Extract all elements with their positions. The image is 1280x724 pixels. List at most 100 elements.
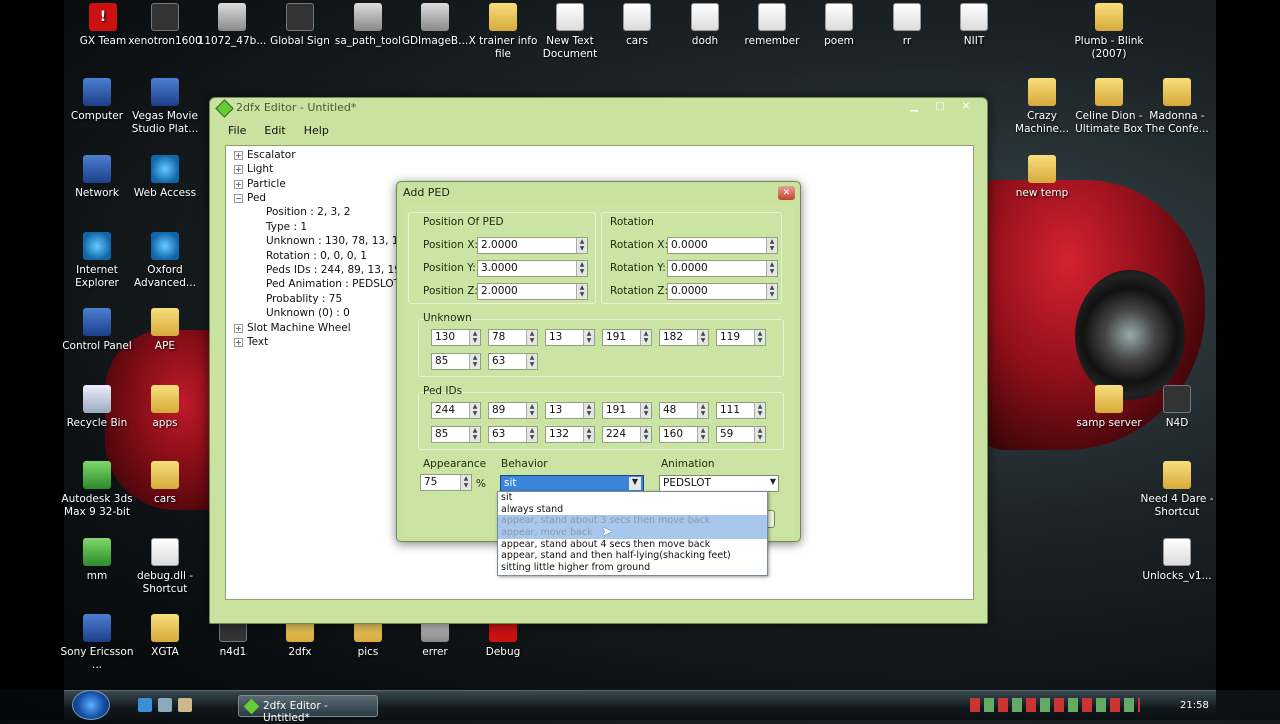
folder-quicklaunch-icon[interactable] <box>178 698 192 712</box>
desktop-icon[interactable]: cars <box>127 461 203 506</box>
spinner-icon[interactable]: ▲ ▼ <box>526 427 537 442</box>
rotation-input[interactable]: 0.0000 ▲ ▼ <box>667 283 778 300</box>
behavior-dropdown-list[interactable]: sit always stand appear, stand about 3 s… <box>497 491 768 576</box>
appearance-input[interactable]: 75 ▲ ▼ <box>420 474 472 491</box>
pedid-input[interactable]: 89 ▲ ▼ <box>488 402 538 419</box>
unknown-input[interactable]: 85 ▲ ▼ <box>431 353 481 370</box>
tree-node-ped[interactable]: − Ped <box>234 192 266 204</box>
spinner-icon[interactable]: ▲ ▼ <box>526 330 537 345</box>
spinner-icon[interactable]: ▲ ▼ <box>754 427 765 442</box>
minimize-icon[interactable]: ▁ <box>901 99 927 115</box>
position-input[interactable]: 2.0000 ▲ ▼ <box>477 237 588 254</box>
desktop-icon[interactable]: New Text Document <box>532 3 608 61</box>
spinner-icon[interactable]: ▲ ▼ <box>697 403 708 418</box>
desktop-icon[interactable]: GDImageB... <box>397 3 473 48</box>
desktop-icon[interactable]: APE <box>127 308 203 353</box>
spinner-icon[interactable]: ▲ ▼ <box>640 427 651 442</box>
spinner-icon[interactable]: ▲ ▼ <box>583 427 594 442</box>
spinner-icon[interactable]: ▲ ▼ <box>754 330 765 345</box>
unknown-input[interactable]: 63 ▲ ▼ <box>488 353 538 370</box>
close-icon[interactable]: ✕ <box>953 99 979 115</box>
desktop-icon[interactable]: Vegas Movie Studio Plat... <box>127 78 203 136</box>
spinner-icon[interactable]: ▲ ▼ <box>576 284 587 299</box>
desktop-icon[interactable]: poem <box>801 3 877 48</box>
tree-leaf[interactable]: Type : 1 <box>266 221 307 233</box>
start-button[interactable] <box>72 690 110 720</box>
desktop-icon[interactable]: Crazy Machine... <box>1004 78 1080 136</box>
desktop-icon[interactable]: Unlocks_v1... <box>1139 538 1215 583</box>
taskbar-item-2dfx[interactable]: 2dfx Editor - Untitled* <box>238 695 378 724</box>
spinner-icon[interactable]: ▲ ▼ <box>469 427 480 442</box>
desktop-icon[interactable]: mm <box>59 538 135 583</box>
maximize-icon[interactable]: □ <box>927 99 953 115</box>
desktop-icon[interactable]: Need 4 Dare - Shortcut <box>1139 461 1215 519</box>
desktop-icon[interactable]: Control Panel <box>59 308 135 353</box>
unknown-input[interactable]: 119 ▲ ▼ <box>716 329 766 346</box>
spinner-icon[interactable]: ▲ ▼ <box>697 330 708 345</box>
rotation-input[interactable]: 0.0000 ▲ ▼ <box>667 260 778 277</box>
desktop-icon[interactable]: sa_path_tool <box>330 3 406 48</box>
behavior-select[interactable]: sit ▼ <box>500 475 644 492</box>
desktop-icon[interactable]: Web Access <box>127 155 203 200</box>
spinner-icon[interactable]: ▲ ▼ <box>576 261 587 276</box>
tree-leaf[interactable]: Ped Animation : PEDSLOT <box>266 278 400 290</box>
desktop-icon[interactable]: Computer <box>59 78 135 123</box>
desktop-icon[interactable]: xenotron1600 <box>127 3 203 48</box>
spinner-icon[interactable]: ▲ ▼ <box>766 284 777 299</box>
desktop-icon[interactable]: dodh <box>667 3 743 48</box>
desktop-icon[interactable]: cars <box>599 3 675 48</box>
menu-edit[interactable]: Edit <box>264 124 285 142</box>
unknown-input[interactable]: 78 ▲ ▼ <box>488 329 538 346</box>
unknown-input[interactable]: 191 ▲ ▼ <box>602 329 652 346</box>
desktop-icon[interactable]: X trainer info file <box>465 3 541 61</box>
pedid-input[interactable]: 63 ▲ ▼ <box>488 426 538 443</box>
dropdown-option-highlighted[interactable]: appear, stand about 3 secs then move bac… <box>498 515 767 528</box>
rotation-input[interactable]: 0.0000 ▲ ▼ <box>667 237 778 254</box>
spinner-icon[interactable]: ▲ ▼ <box>640 403 651 418</box>
spinner-icon[interactable]: ▲ ▼ <box>754 403 765 418</box>
tree-node-escalator[interactable]: + Escalator <box>234 149 296 161</box>
animation-select[interactable]: PEDSLOT ▼ <box>659 475 779 492</box>
position-input[interactable]: 3.0000 ▲ ▼ <box>477 260 588 277</box>
dropdown-option[interactable]: sit <box>498 492 767 504</box>
pedid-input[interactable]: 13 ▲ ▼ <box>545 402 595 419</box>
desktop-icon[interactable]: new temp <box>1004 155 1080 200</box>
dropdown-option[interactable]: always stand <box>498 504 767 516</box>
unknown-input[interactable]: 130 ▲ ▼ <box>431 329 481 346</box>
pedid-input[interactable]: 160 ▲ ▼ <box>659 426 709 443</box>
spinner-icon[interactable]: ▲ ▼ <box>640 330 651 345</box>
unknown-input[interactable]: 182 ▲ ▼ <box>659 329 709 346</box>
pedid-input[interactable]: 244 ▲ ▼ <box>431 402 481 419</box>
pedid-input[interactable]: 132 ▲ ▼ <box>545 426 595 443</box>
spinner-icon[interactable]: ▲ ▼ <box>766 238 777 253</box>
desktop-icon[interactable]: Oxford Advanced... <box>127 232 203 290</box>
pedid-input[interactable]: 48 ▲ ▼ <box>659 402 709 419</box>
desktop-icon[interactable]: debug.dll - Shortcut <box>127 538 203 596</box>
spinner-icon[interactable]: ▲ ▼ <box>576 238 587 253</box>
tray-icons[interactable] <box>970 698 1140 712</box>
spinner-icon[interactable]: ▲ ▼ <box>697 427 708 442</box>
menu-help[interactable]: Help <box>304 124 329 142</box>
pedid-input[interactable]: 224 ▲ ▼ <box>602 426 652 443</box>
desktop-icon[interactable]: NIIT <box>936 3 1012 48</box>
desktop-icon[interactable]: Autodesk 3ds Max 9 32-bit <box>59 461 135 519</box>
desktop-icon[interactable]: Recycle Bin <box>59 385 135 430</box>
tree-node-slot-machine[interactable]: + Slot Machine Wheel <box>234 322 351 334</box>
desktop-icon[interactable]: samp server <box>1071 385 1147 430</box>
pedid-input[interactable]: 111 ▲ ▼ <box>716 402 766 419</box>
desktop-icon[interactable]: Celine Dion - Ultimate Box <box>1071 78 1147 136</box>
desktop-icon[interactable]: XGTA <box>127 614 203 659</box>
pedid-input[interactable]: 85 ▲ ▼ <box>431 426 481 443</box>
desktop-icon[interactable]: remember <box>734 3 810 48</box>
ie-quicklaunch-icon[interactable] <box>138 698 152 712</box>
tree-leaf[interactable]: Probablity : 75 <box>266 293 342 305</box>
desktop-icon[interactable]: Madonna - The Confe... <box>1139 78 1215 136</box>
spinner-icon[interactable]: ▲ ▼ <box>583 403 594 418</box>
add-ped-dialog[interactable]: Add PED ✕ Position Of PED Rotation Unkno… <box>396 181 801 542</box>
spinner-icon[interactable]: ▲ ▼ <box>469 354 480 369</box>
spinner-icon[interactable]: ▲ ▼ <box>526 354 537 369</box>
spinner-icon[interactable]: ▲ ▼ <box>526 403 537 418</box>
desktop-icon[interactable]: Sony Ericsson ... <box>59 614 135 672</box>
tree-node-text[interactable]: + Text <box>234 336 268 348</box>
position-input[interactable]: 2.0000 ▲ ▼ <box>477 283 588 300</box>
